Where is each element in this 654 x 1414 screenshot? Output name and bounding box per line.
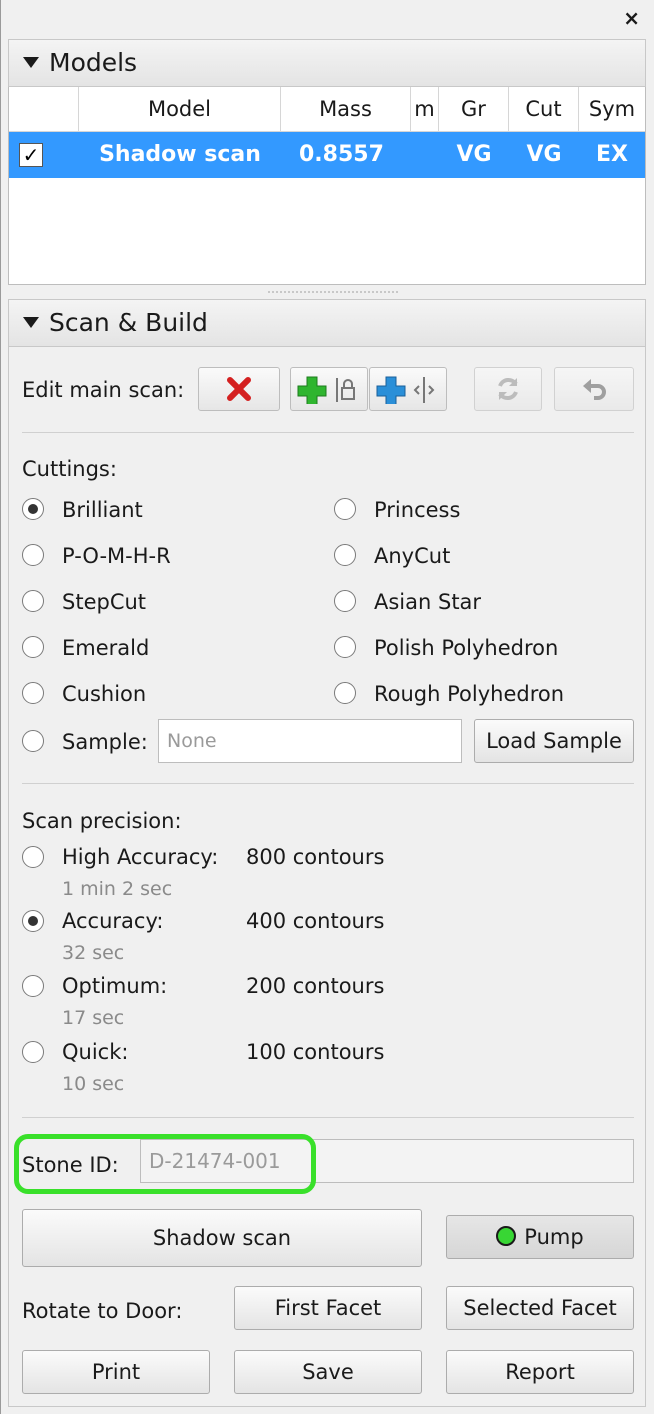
radio-anycut-label[interactable]: AnyCut xyxy=(374,543,450,569)
cell-mass: 0.8557 xyxy=(299,142,384,167)
optimum-time: 17 sec xyxy=(62,1007,125,1029)
accuracy-label[interactable]: Accuracy: xyxy=(62,908,163,934)
models-header-label: Models xyxy=(49,48,138,77)
cell-cut: VG xyxy=(526,142,562,167)
radio-princess-label[interactable]: Princess xyxy=(374,497,460,523)
close-icon[interactable]: × xyxy=(623,6,640,30)
add-split-button[interactable] xyxy=(369,367,447,411)
high-accuracy-time: 1 min 2 sec xyxy=(62,878,173,900)
radio-asian-star-label[interactable]: Asian Star xyxy=(374,589,481,615)
radio-accuracy[interactable] xyxy=(22,910,44,932)
panel-titlebar xyxy=(0,0,654,38)
scan-precision-label: Scan precision: xyxy=(22,809,182,833)
refresh-icon xyxy=(498,378,518,400)
sample-input[interactable]: None xyxy=(158,719,462,763)
scan-build-section-header[interactable]: Scan & Build xyxy=(8,299,646,347)
scan-build-header-label: Scan & Build xyxy=(49,308,208,337)
radio-cushion[interactable] xyxy=(22,682,44,704)
cuttings-label: Cuttings: xyxy=(22,457,117,481)
quick-contours: 100 contours xyxy=(246,1040,385,1064)
undo-icon xyxy=(583,379,606,400)
radio-high-accuracy[interactable] xyxy=(22,846,44,868)
radio-asian-star[interactable] xyxy=(334,590,356,612)
rotate-to-door-label: Rotate to Door: xyxy=(22,1299,183,1323)
selected-facet-button[interactable]: Selected Facet xyxy=(446,1286,634,1330)
left-border xyxy=(0,0,1,1414)
delete-scan-button[interactable] xyxy=(198,367,280,411)
radio-brilliant-label[interactable]: Brilliant xyxy=(62,497,143,523)
collapse-triangle-icon xyxy=(23,316,39,328)
radio-brilliant[interactable] xyxy=(22,498,44,520)
accuracy-time: 32 sec xyxy=(62,942,125,964)
radio-sample[interactable] xyxy=(22,730,44,752)
accuracy-contours: 400 contours xyxy=(246,909,385,933)
report-button[interactable]: Report xyxy=(446,1350,634,1394)
col-model-header[interactable]: Model xyxy=(79,87,281,131)
radio-rough-polyhedron-label[interactable]: Rough Polyhedron xyxy=(374,681,564,707)
add-lock-icon xyxy=(297,376,355,404)
radio-stepcut[interactable] xyxy=(22,590,44,612)
col-gr-header[interactable]: Gr xyxy=(439,87,509,131)
shadow-scan-button[interactable]: Shadow scan xyxy=(22,1209,422,1267)
table-row[interactable]: ✓ Shadow scan 0.8557 VG VG EX xyxy=(9,132,645,178)
radio-pomhr-label[interactable]: P-O-M-H-R xyxy=(62,543,171,569)
cell-sym: EX xyxy=(596,142,628,167)
col-mass-header[interactable]: Mass xyxy=(281,87,411,131)
cell-model: Shadow scan xyxy=(99,142,261,167)
radio-stepcut-label[interactable]: StepCut xyxy=(62,589,146,615)
radio-polish-polyhedron[interactable] xyxy=(334,636,356,658)
radio-emerald[interactable] xyxy=(22,636,44,658)
first-facet-button[interactable]: First Facet xyxy=(234,1286,422,1330)
models-table: Model Mass m Gr Cut Sym ✓ Shadow scan 0.… xyxy=(8,87,646,285)
cell-gr: VG xyxy=(456,142,492,167)
save-button[interactable]: Save xyxy=(234,1350,422,1394)
print-button[interactable]: Print xyxy=(22,1350,210,1394)
add-lock-button[interactable] xyxy=(290,367,368,411)
divider xyxy=(22,1117,634,1118)
radio-quick[interactable] xyxy=(22,1041,44,1063)
radio-princess[interactable] xyxy=(334,498,356,520)
radio-rough-polyhedron[interactable] xyxy=(334,682,356,704)
pump-button-label: Pump xyxy=(524,1225,584,1249)
cell-m xyxy=(411,132,439,178)
col-sym-header[interactable]: Sym xyxy=(579,87,645,131)
radio-pomhr[interactable] xyxy=(22,544,44,566)
optimum-contours: 200 contours xyxy=(246,974,385,998)
load-sample-button[interactable]: Load Sample xyxy=(474,719,634,763)
optimum-label[interactable]: Optimum: xyxy=(62,973,167,999)
quick-time: 10 sec xyxy=(62,1073,125,1095)
models-table-header: Model Mass m Gr Cut Sym xyxy=(9,87,645,132)
panel-splitter[interactable] xyxy=(8,285,646,299)
radio-emerald-label[interactable]: Emerald xyxy=(62,635,149,661)
high-accuracy-label[interactable]: High Accuracy: xyxy=(62,844,218,870)
models-section-header[interactable]: Models xyxy=(8,39,646,87)
high-accuracy-contours: 800 contours xyxy=(246,845,385,869)
col-check-header[interactable] xyxy=(9,87,79,131)
add-split-icon xyxy=(376,376,435,404)
pump-status-icon xyxy=(496,1226,517,1246)
radio-cushion-label[interactable]: Cushion xyxy=(62,681,146,707)
collapse-triangle-icon xyxy=(23,56,39,68)
stone-id-highlight xyxy=(14,1134,316,1194)
col-m-header[interactable]: m xyxy=(411,87,439,131)
pump-button[interactable]: Pump xyxy=(446,1215,634,1259)
divider xyxy=(22,783,634,784)
refresh-button[interactable] xyxy=(474,367,542,411)
divider xyxy=(22,432,634,433)
edit-main-scan-label: Edit main scan: xyxy=(22,378,185,402)
undo-button[interactable] xyxy=(554,367,634,411)
quick-label[interactable]: Quick: xyxy=(62,1039,128,1065)
radio-sample-label[interactable]: Sample: xyxy=(62,729,148,755)
delete-x-icon xyxy=(227,377,251,401)
radio-optimum[interactable] xyxy=(22,975,44,997)
radio-polish-polyhedron-label[interactable]: Polish Polyhedron xyxy=(374,635,558,661)
col-cut-header[interactable]: Cut xyxy=(509,87,579,131)
radio-anycut[interactable] xyxy=(334,544,356,566)
row-checkbox[interactable]: ✓ xyxy=(19,143,43,167)
